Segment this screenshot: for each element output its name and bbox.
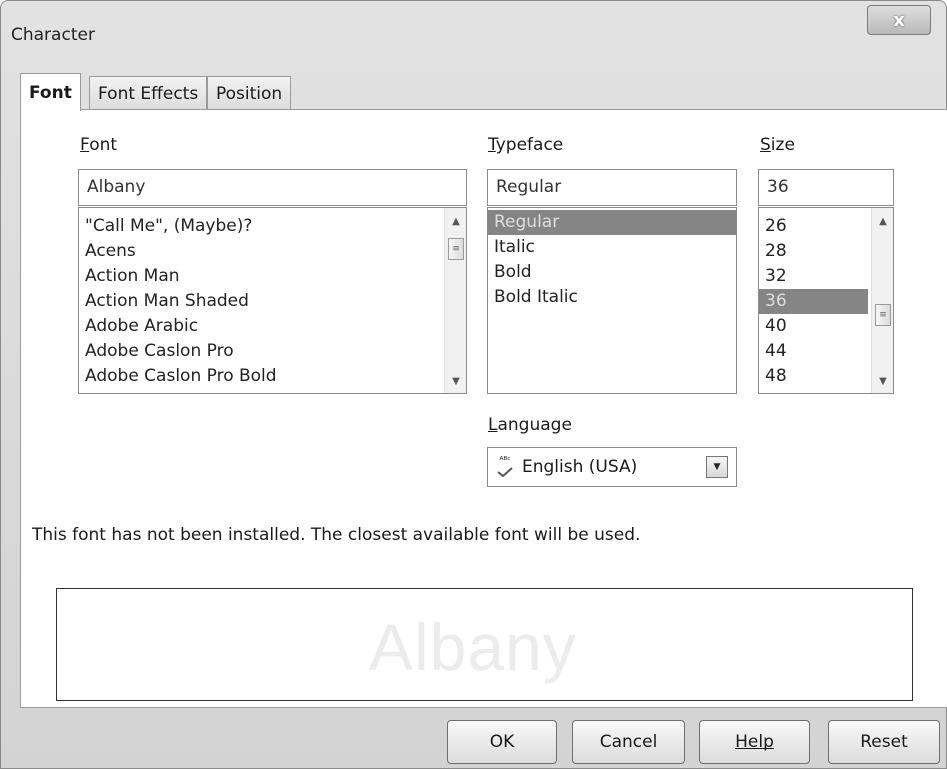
list-item[interactable]: Action Man Shaded bbox=[79, 289, 466, 314]
list-item[interactable]: Bold Italic bbox=[488, 285, 736, 310]
language-label: Language bbox=[488, 415, 572, 435]
list-item[interactable]: Acens bbox=[79, 239, 466, 264]
font-list[interactable]: "Call Me", (Maybe)? Acens Action Man Act… bbox=[78, 207, 467, 394]
list-item[interactable]: Adobe Arabic bbox=[79, 314, 466, 339]
close-icon[interactable]: x bbox=[867, 5, 931, 35]
size-list-scrollbar[interactable]: ▲ ≡ ▼ bbox=[871, 208, 893, 393]
font-label-rest: ont bbox=[89, 135, 118, 155]
scroll-up-arrow-icon[interactable]: ▲ bbox=[445, 216, 466, 227]
list-item-selected[interactable]: 36 bbox=[759, 289, 868, 314]
abc-icon-text: ᴬᴮᶜ bbox=[499, 455, 511, 466]
scroll-up-arrow-icon[interactable]: ▲ bbox=[872, 216, 893, 227]
size-list[interactable]: 26 28 32 36 40 44 48 ▲ ≡ ▼ bbox=[758, 207, 894, 394]
scroll-down-arrow-icon[interactable]: ▼ bbox=[872, 376, 893, 387]
list-item[interactable]: 26 bbox=[759, 214, 868, 239]
preview-text: Albany bbox=[369, 610, 577, 684]
list-item[interactable]: "Call Me", (Maybe)? bbox=[79, 214, 466, 239]
size-input[interactable]: 36 bbox=[758, 169, 894, 206]
ok-button[interactable]: OK bbox=[447, 720, 557, 764]
list-item[interactable]: Bold bbox=[488, 260, 736, 285]
reset-button-label: Reset bbox=[860, 732, 908, 752]
help-button-label: Help bbox=[735, 732, 774, 752]
list-item-selected[interactable]: Regular bbox=[488, 210, 736, 235]
cancel-button[interactable]: Cancel bbox=[572, 720, 685, 764]
checkmark-icon bbox=[497, 466, 513, 477]
language-label-rest: anguage bbox=[497, 415, 572, 435]
language-value: English (USA) bbox=[522, 457, 638, 477]
scroll-down-arrow-icon[interactable]: ▼ bbox=[445, 376, 466, 387]
spellcheck-abc-icon: ᴬᴮᶜ bbox=[496, 455, 514, 478]
list-item[interactable]: Italic bbox=[488, 235, 736, 260]
list-item[interactable]: 44 bbox=[759, 339, 868, 364]
scroll-thumb[interactable]: ≡ bbox=[875, 304, 891, 326]
tab-font[interactable]: Font bbox=[20, 73, 81, 111]
tab-position[interactable]: Position bbox=[207, 76, 292, 110]
chevron-down-icon[interactable]: ▼ bbox=[706, 456, 728, 478]
tab-font-effects[interactable]: Font Effects bbox=[89, 76, 208, 110]
typeface-list[interactable]: Regular Italic Bold Bold Italic bbox=[487, 207, 737, 394]
reset-button[interactable]: Reset bbox=[828, 720, 940, 764]
scroll-thumb[interactable]: ≡ bbox=[448, 238, 464, 260]
font-label: Font bbox=[80, 135, 118, 155]
list-item[interactable]: 28 bbox=[759, 239, 868, 264]
font-preview: Albany bbox=[56, 588, 913, 701]
list-item[interactable]: 32 bbox=[759, 264, 868, 289]
character-dialog: Character x Font Font Effects Position F… bbox=[0, 0, 947, 769]
list-item[interactable]: 40 bbox=[759, 314, 868, 339]
font-not-installed-warning: This font has not been installed. The cl… bbox=[32, 525, 641, 545]
typeface-label: Typeface bbox=[488, 135, 564, 155]
size-label-rest: ize bbox=[770, 135, 795, 155]
list-item[interactable]: 48 bbox=[759, 364, 868, 389]
list-item[interactable]: Action Man bbox=[79, 264, 466, 289]
help-button[interactable]: Help bbox=[699, 720, 810, 764]
list-item[interactable]: Adobe Caslon Pro Bold bbox=[79, 364, 466, 389]
font-list-scrollbar[interactable]: ▲ ≡ ▼ bbox=[444, 208, 466, 393]
dialog-title: Character bbox=[11, 25, 95, 45]
size-label: Size bbox=[760, 135, 795, 155]
list-item[interactable]: Adobe Caslon Pro bbox=[79, 339, 466, 364]
font-name-input[interactable]: Albany bbox=[78, 169, 467, 206]
language-select[interactable]: ᴬᴮᶜ English (USA) ▼ bbox=[487, 447, 737, 487]
typeface-input[interactable]: Regular bbox=[487, 169, 737, 206]
typeface-label-rest: ypeface bbox=[495, 135, 564, 155]
